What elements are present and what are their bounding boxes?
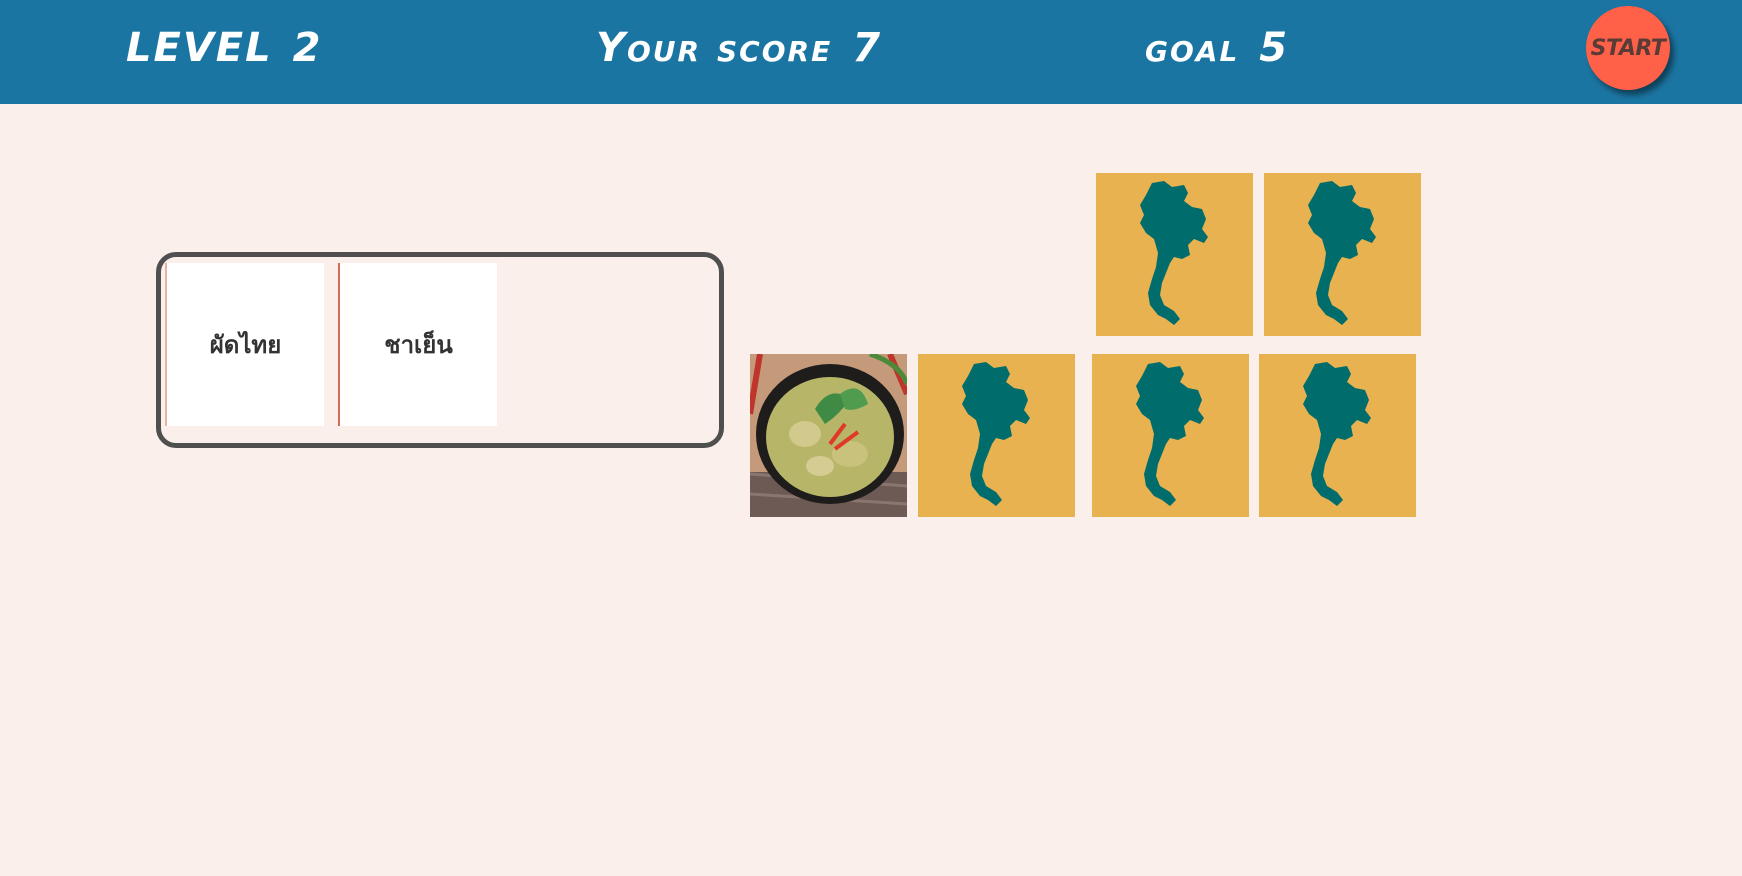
thailand-map-icon	[962, 362, 1030, 506]
thailand-map-icon	[1140, 181, 1208, 325]
goal-label: goal	[1145, 25, 1240, 71]
top-bar: LEVEL 2 Your score 7 goal 5 START	[0, 0, 1742, 104]
level-value: 2	[292, 25, 323, 71]
memory-tile[interactable]	[918, 354, 1075, 517]
thailand-map-icon	[1136, 362, 1204, 506]
score-display: Your score 7	[596, 22, 882, 74]
level-label: LEVEL	[126, 25, 273, 71]
tray-card-phad-thai[interactable]: ผัดไทย	[165, 263, 324, 426]
tray-card-label: ผัดไทย	[209, 331, 282, 359]
memory-tile[interactable]	[1264, 173, 1421, 336]
tray-card-label: ชาเย็น	[384, 331, 453, 359]
tray-card-thai-tea[interactable]: ชาเย็น	[338, 263, 497, 426]
score-label: Your score	[596, 25, 833, 71]
goal-display: goal 5	[1145, 22, 1289, 74]
thailand-map-icon	[1303, 362, 1371, 506]
thailand-map-icon	[1308, 181, 1376, 325]
green-curry-photo	[750, 354, 907, 517]
level-display: LEVEL 2	[126, 22, 322, 74]
memory-tile[interactable]	[1092, 354, 1249, 517]
goal-value: 5	[1259, 25, 1290, 71]
start-button[interactable]: START	[1586, 6, 1670, 90]
score-value: 7	[852, 25, 883, 71]
memory-tile[interactable]	[1096, 173, 1253, 336]
memory-tile[interactable]	[1259, 354, 1416, 517]
memory-tile-revealed[interactable]	[750, 354, 907, 517]
